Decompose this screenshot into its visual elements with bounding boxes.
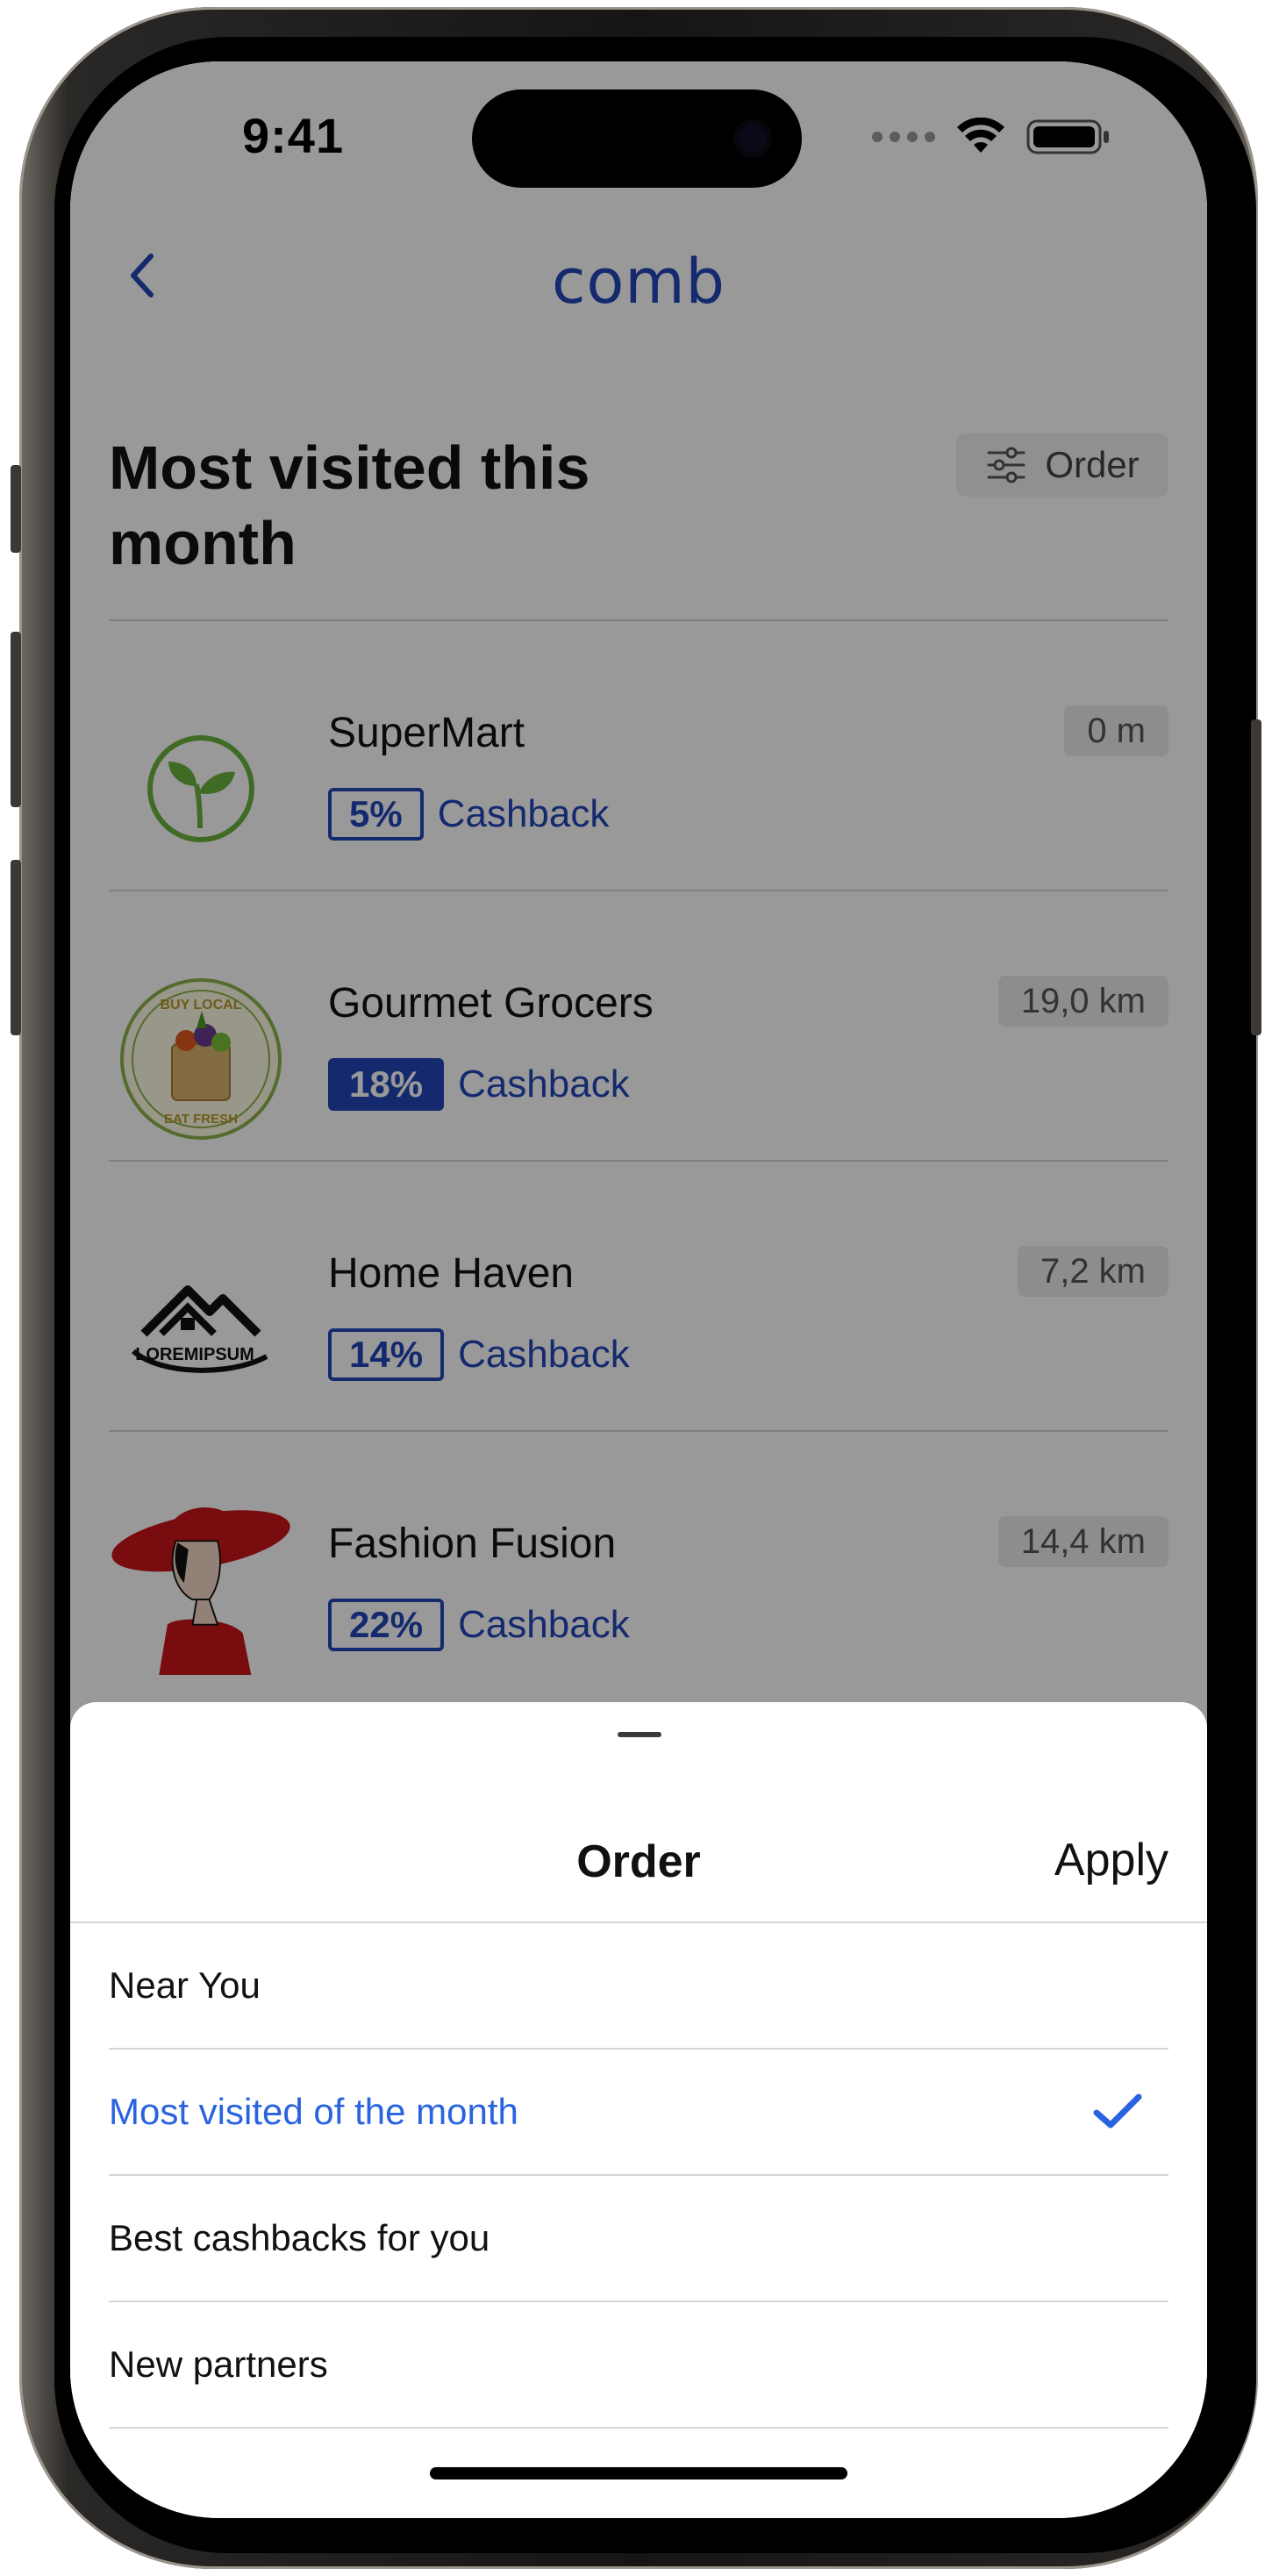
volume-up-button (11, 632, 21, 807)
sheet-grabber[interactable] (618, 1732, 661, 1737)
order-option-best-cashbacks[interactable]: Best cashbacks for you (109, 2176, 1168, 2302)
checkmark-icon (1093, 2093, 1142, 2129)
option-label: Most visited of the month (109, 2091, 518, 2132)
order-option-most-visited[interactable]: Most visited of the month (109, 2050, 1168, 2176)
screen: 9:41 comb Most visited this month Order … (70, 61, 1207, 2518)
sheet-title: Order (576, 1836, 701, 1887)
silent-switch (11, 465, 21, 553)
order-option-near-you[interactable]: Near You (109, 1923, 1168, 2050)
home-indicator[interactable] (430, 2467, 847, 2479)
order-option-new-partners[interactable]: New partners (109, 2302, 1168, 2429)
option-label: Near You (109, 1964, 261, 2006)
apply-button[interactable]: Apply (1054, 1834, 1168, 1886)
option-label: Best cashbacks for you (109, 2217, 490, 2258)
option-label: New partners (109, 2343, 328, 2385)
volume-down-button (11, 860, 21, 1035)
power-button (1251, 719, 1261, 1035)
order-bottom-sheet: Order Apply Near You Most visited of the… (70, 1702, 1207, 2518)
